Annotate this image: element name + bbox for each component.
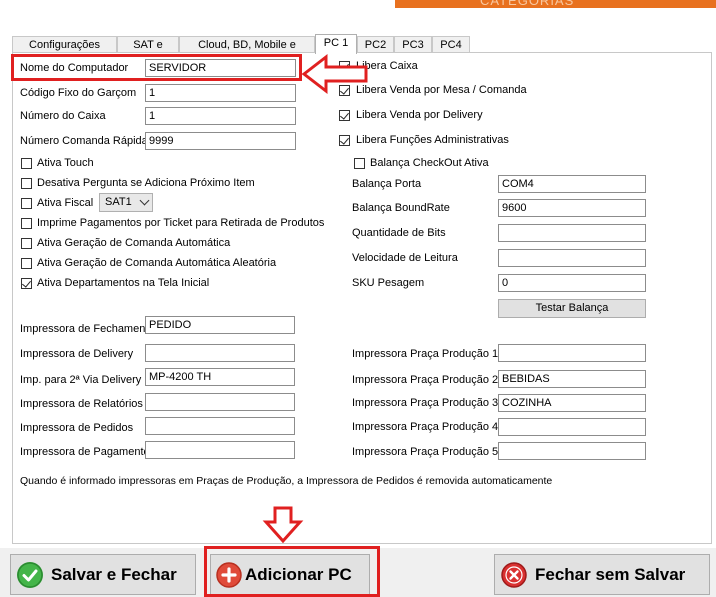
balanca-boundrate-input[interactable]: 9600 xyxy=(498,199,646,217)
balanca-checkout-checkbox[interactable] xyxy=(354,158,365,169)
fiscal-select[interactable]: SAT1 xyxy=(99,193,153,212)
imp-fechamento-input[interactable]: PEDIDO xyxy=(145,316,295,334)
tab-pc4[interactable]: PC4 xyxy=(432,36,470,53)
libera-funcoes-checkbox[interactable] xyxy=(339,135,350,146)
imprime-pagamentos-checkbox[interactable] xyxy=(21,218,32,229)
label-imp-relatorios: Impressora de Relatórios xyxy=(20,398,143,410)
comanda-auto-label: Ativa Geração de Comanda Automática xyxy=(37,237,231,249)
tab-sat-cfe[interactable]: SAT e CFE xyxy=(117,36,179,67)
label-imp-pagamento: Impressora de Pagamento xyxy=(20,446,150,458)
label-imp-delivery: Impressora de Delivery xyxy=(20,348,134,360)
label-imp-segunda-via: Imp. para 2ª Via Delivery xyxy=(20,374,142,386)
production-note: Quando é informado impressoras em Praças… xyxy=(20,475,553,487)
arrow-left-annotation-icon xyxy=(301,53,368,95)
label-praca4: Impressora Praça Produção 4 xyxy=(352,421,499,433)
check-icon xyxy=(17,561,43,588)
label-velocidade: Velocidade de Leitura xyxy=(352,252,458,264)
numero-comanda-input[interactable]: 9999 xyxy=(145,132,296,150)
imp-pagamento-input[interactable] xyxy=(145,441,295,459)
imp-delivery-input[interactable] xyxy=(145,344,295,362)
testar-balanca-button[interactable]: Testar Balança xyxy=(498,299,646,318)
highlight-box-adicionar xyxy=(204,546,380,597)
label-imp-fechamento: Impressora de Fechamento xyxy=(20,323,155,335)
praca5-input[interactable] xyxy=(498,442,646,460)
velocidade-input[interactable] xyxy=(498,249,646,267)
salvar-fechar-button[interactable]: Salvar e Fechar xyxy=(10,554,196,595)
praca1-input[interactable] xyxy=(498,344,646,362)
comanda-aleatoria-checkbox[interactable] xyxy=(21,258,32,269)
praca2-input[interactable]: BEBIDAS xyxy=(498,370,646,388)
label-praca2: Impressora Praça Produção 2 xyxy=(352,374,499,386)
codigo-garcom-input[interactable]: 1 xyxy=(145,84,296,102)
imp-relatorios-input[interactable] xyxy=(145,393,295,411)
label-praca3: Impressora Praça Produção 3 xyxy=(352,397,499,409)
label-balanca-porta: Balança Porta xyxy=(352,178,422,190)
sku-pesagem-input[interactable]: 0 xyxy=(498,274,646,292)
qtd-bits-input[interactable] xyxy=(498,224,646,242)
window-titlebar: CATEGORIAS xyxy=(0,0,716,26)
ativa-touch-checkbox[interactable] xyxy=(21,158,32,169)
desativa-pergunta-label: Desativa Pergunta se Adiciona Próximo It… xyxy=(37,177,255,189)
comanda-auto-checkbox[interactable] xyxy=(21,238,32,249)
window-title: CATEGORIAS xyxy=(480,0,575,8)
arrow-down-annotation-icon xyxy=(262,506,304,544)
comanda-aleatoria-label: Ativa Geração de Comanda Automática Alea… xyxy=(37,257,277,269)
tab-pc1[interactable]: PC 1 xyxy=(315,34,357,54)
label-balanca-boundrate: Balança BoundRate xyxy=(352,202,450,214)
label-praca1: Impressora Praça Produção 1 xyxy=(352,348,499,360)
label-numero-comanda: Número Comanda Rápida xyxy=(20,135,148,147)
tab-panel-pc1 xyxy=(12,52,712,544)
highlight-box-nome xyxy=(11,54,302,81)
fiscal-select-value: SAT1 xyxy=(105,196,132,208)
label-codigo-garcom: Código Fixo do Garçom xyxy=(20,87,137,99)
fechar-sem-salvar-button[interactable]: Fechar sem Salvar xyxy=(494,554,710,595)
fechar-sem-salvar-label: Fechar sem Salvar xyxy=(535,564,686,584)
balanca-checkout-label: Balança CheckOut Ativa xyxy=(370,157,489,169)
imp-segunda-via-input[interactable]: MP-4200 TH xyxy=(145,368,295,386)
tab-pc3[interactable]: PC3 xyxy=(394,36,432,53)
ativa-touch-label: Ativa Touch xyxy=(37,157,94,169)
praca3-input[interactable]: COZINHA xyxy=(498,394,646,412)
departamentos-label: Ativa Departamentos na Tela Inicial xyxy=(37,277,210,289)
label-sku-pesagem: SKU Pesagem xyxy=(352,277,425,289)
praca4-input[interactable] xyxy=(498,418,646,436)
balanca-porta-input[interactable]: COM4 xyxy=(498,175,646,193)
imp-pedidos-input[interactable] xyxy=(145,417,295,435)
tab-configuracoes-gerais[interactable]: Configurações Gerais xyxy=(12,36,117,67)
numero-caixa-input[interactable]: 1 xyxy=(145,107,296,125)
label-praca5: Impressora Praça Produção 5 xyxy=(352,446,499,458)
label-imp-pedidos: Impressora de Pedidos xyxy=(20,422,134,434)
libera-delivery-label: Libera Venda por Delivery xyxy=(356,109,483,121)
departamentos-checkbox[interactable] xyxy=(21,278,32,289)
chevron-down-icon xyxy=(139,195,150,206)
ativa-fiscal-checkbox[interactable] xyxy=(21,198,32,209)
tab-cloud-bd[interactable]: Cloud, BD, Mobile e Balança xyxy=(179,36,315,67)
salvar-fechar-label: Salvar e Fechar xyxy=(51,564,177,584)
tab-pc2[interactable]: PC2 xyxy=(357,36,394,53)
label-qtd-bits: Quantidade de Bits xyxy=(352,227,446,239)
ativa-fiscal-label: Ativa Fiscal xyxy=(37,197,94,209)
close-icon xyxy=(501,561,527,588)
libera-delivery-checkbox[interactable] xyxy=(339,110,350,121)
imprime-pagamentos-label: Imprime Pagamentos por Ticket para Retir… xyxy=(37,217,325,229)
desativa-pergunta-checkbox[interactable] xyxy=(21,178,32,189)
label-numero-caixa: Número do Caixa xyxy=(20,110,106,122)
libera-mesa-label: Libera Venda por Mesa / Comanda xyxy=(356,84,527,96)
libera-funcoes-label: Libera Funções Administrativas xyxy=(356,134,509,146)
